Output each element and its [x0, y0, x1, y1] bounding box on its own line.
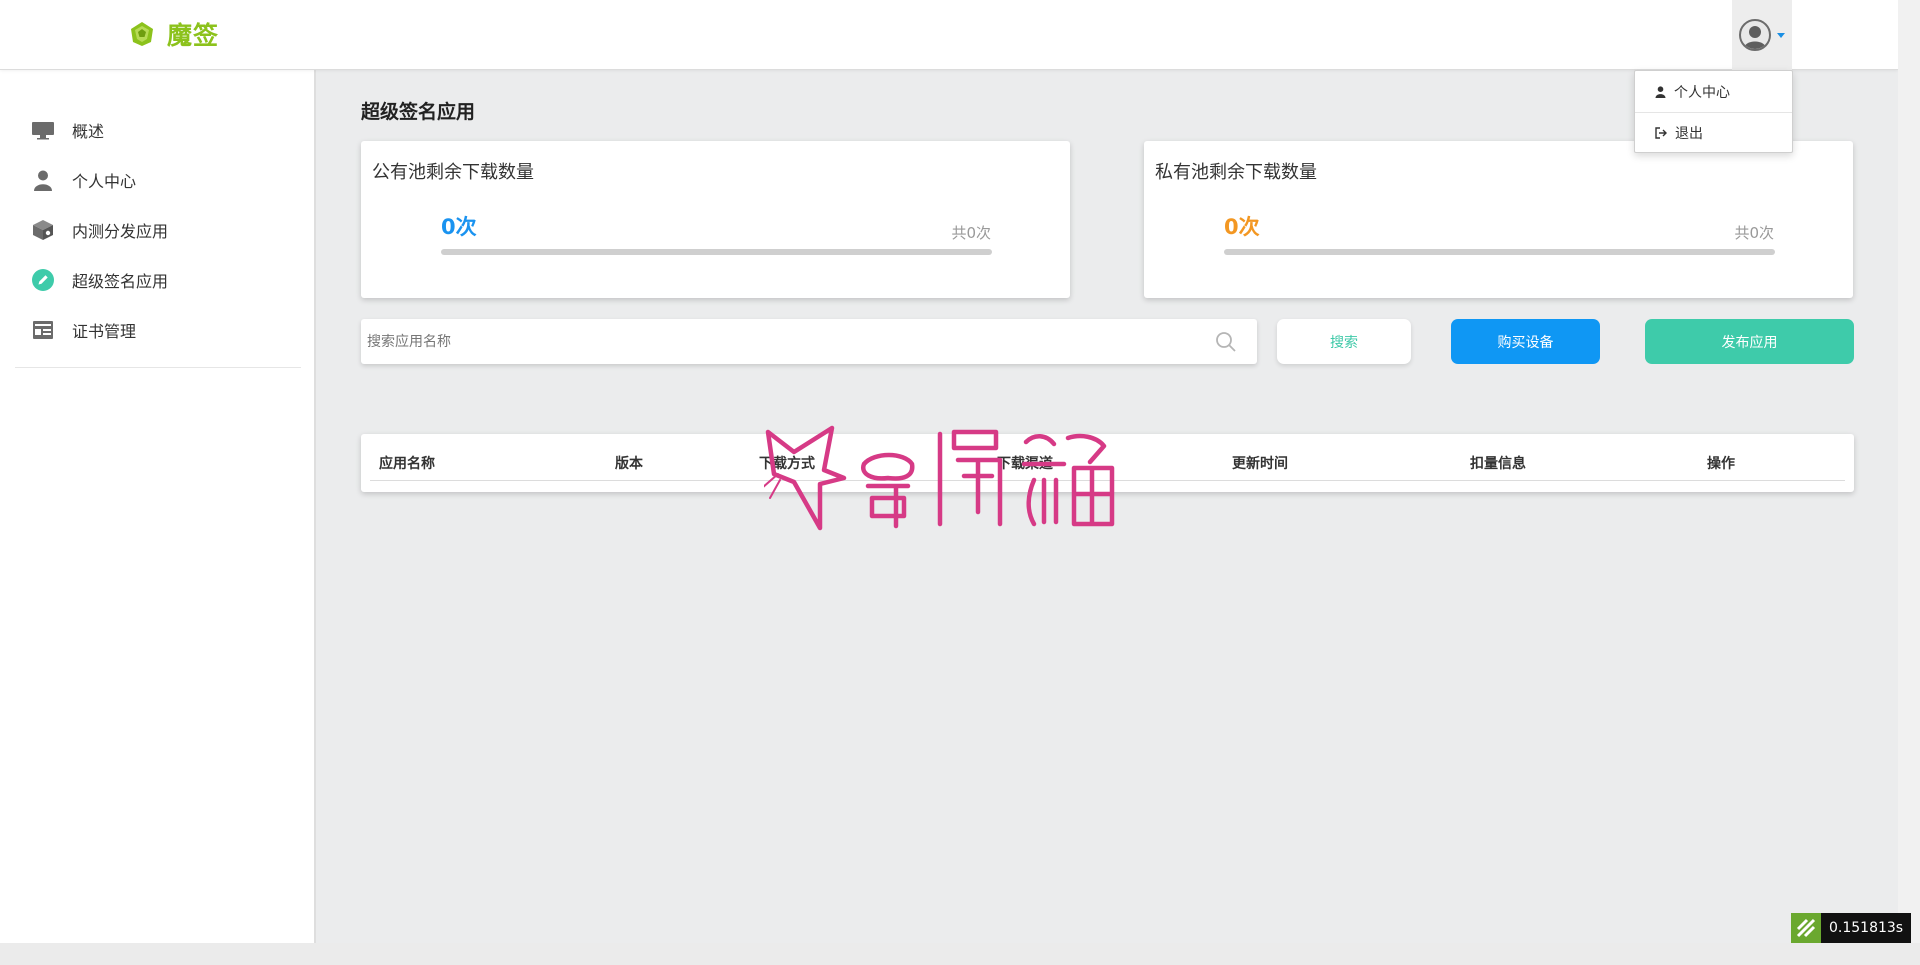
- pencil-icon: [30, 268, 55, 293]
- column-header-app-name[interactable]: 应用名称: [379, 453, 435, 473]
- publish-app-button[interactable]: 发布应用: [1645, 319, 1854, 364]
- sidebar-item-label: 内测分发应用: [72, 222, 169, 241]
- public-pool-total: 共0次: [951, 224, 991, 242]
- page-frame: 魔签 概述 个人中心 内测分发应用 超级签名应用 证书管理 超级签名应用 公有池…: [0, 0, 1898, 943]
- table-header: 应用名称 版本 下载方式 下载渠道 更新时间 扣量信息 操作: [370, 434, 1845, 481]
- logout-icon: [1655, 127, 1667, 139]
- public-pool-progress: [441, 249, 992, 255]
- private-pool-title: 私有池剩余下载数量: [1155, 162, 1317, 183]
- certificate-icon: [30, 318, 55, 343]
- debug-timer-badge[interactable]: 0.151813s: [1791, 913, 1912, 943]
- app-logo[interactable]: 魔签: [129, 18, 219, 50]
- vertical-scrollbar[interactable]: [1898, 0, 1920, 943]
- private-pool-count: 0次: [1224, 215, 1260, 239]
- sidebar-item-overview[interactable]: 概述: [15, 105, 301, 155]
- logo-icon: [131, 22, 153, 46]
- column-header-download-channel[interactable]: 下载渠道: [997, 453, 1053, 473]
- framework-logo-icon: [1791, 913, 1821, 943]
- column-header-download-method[interactable]: 下载方式: [759, 453, 815, 473]
- sidebar-item-super-sign[interactable]: 超级签名应用: [15, 255, 301, 305]
- column-header-actions[interactable]: 操作: [1707, 453, 1735, 473]
- user-icon: [1655, 85, 1666, 98]
- monitor-icon: [30, 118, 55, 143]
- sidebar-nav: 概述 个人中心 内测分发应用 超级签名应用 证书管理: [15, 105, 301, 368]
- column-header-deduction-info[interactable]: 扣量信息: [1470, 453, 1526, 473]
- user-menu-toggle[interactable]: [1732, 0, 1792, 70]
- search-icon[interactable]: [1215, 331, 1237, 353]
- sidebar-divider: [15, 367, 301, 368]
- sidebar-item-profile[interactable]: 个人中心: [15, 155, 301, 205]
- sidebar-item-certificates[interactable]: 证书管理: [15, 305, 301, 355]
- avatar: [1739, 19, 1771, 51]
- menu-item-profile[interactable]: 个人中心: [1635, 71, 1792, 112]
- search-input[interactable]: [361, 319, 1181, 364]
- page-title: 超级签名应用: [361, 101, 476, 123]
- sidebar-item-label: 证书管理: [72, 322, 137, 341]
- top-header: 魔签: [0, 0, 1898, 70]
- private-pool-progress: [1224, 249, 1775, 255]
- horizontal-scrollbar[interactable]: [0, 943, 1920, 965]
- chevron-down-icon: [1777, 32, 1785, 38]
- sidebar-item-label: 概述: [72, 122, 105, 141]
- sidebar-item-label: 个人中心: [72, 172, 137, 191]
- search-box: [361, 319, 1257, 364]
- public-pool-card: 公有池剩余下载数量 0次 共0次: [361, 141, 1070, 298]
- box-icon: [30, 218, 55, 243]
- search-button[interactable]: 搜索: [1277, 319, 1411, 364]
- debug-timer-value: 0.151813s: [1821, 913, 1912, 943]
- private-pool-card: 私有池剩余下载数量 0次 共0次: [1144, 141, 1853, 298]
- user-icon: [30, 168, 55, 193]
- avatar-icon: [1744, 26, 1766, 49]
- public-pool-title: 公有池剩余下载数量: [372, 162, 534, 183]
- sidebar: 概述 个人中心 内测分发应用 超级签名应用 证书管理: [0, 70, 316, 943]
- sidebar-item-label: 超级签名应用: [72, 272, 169, 291]
- menu-item-logout[interactable]: 退出: [1635, 112, 1792, 153]
- user-dropdown-menu: 个人中心 退出: [1634, 70, 1793, 153]
- column-header-version[interactable]: 版本: [615, 453, 643, 473]
- menu-item-label: 个人中心: [1674, 84, 1730, 101]
- apps-table: 应用名称 版本 下载方式 下载渠道 更新时间 扣量信息 操作: [361, 434, 1854, 492]
- private-pool-total: 共0次: [1734, 224, 1774, 242]
- buy-device-button[interactable]: 购买设备: [1451, 319, 1600, 364]
- menu-item-label: 退出: [1675, 126, 1703, 142]
- public-pool-count: 0次: [441, 215, 477, 239]
- sidebar-item-beta-distribution[interactable]: 内测分发应用: [15, 205, 301, 255]
- app-name: 魔签: [167, 21, 220, 50]
- column-header-update-time[interactable]: 更新时间: [1232, 453, 1288, 473]
